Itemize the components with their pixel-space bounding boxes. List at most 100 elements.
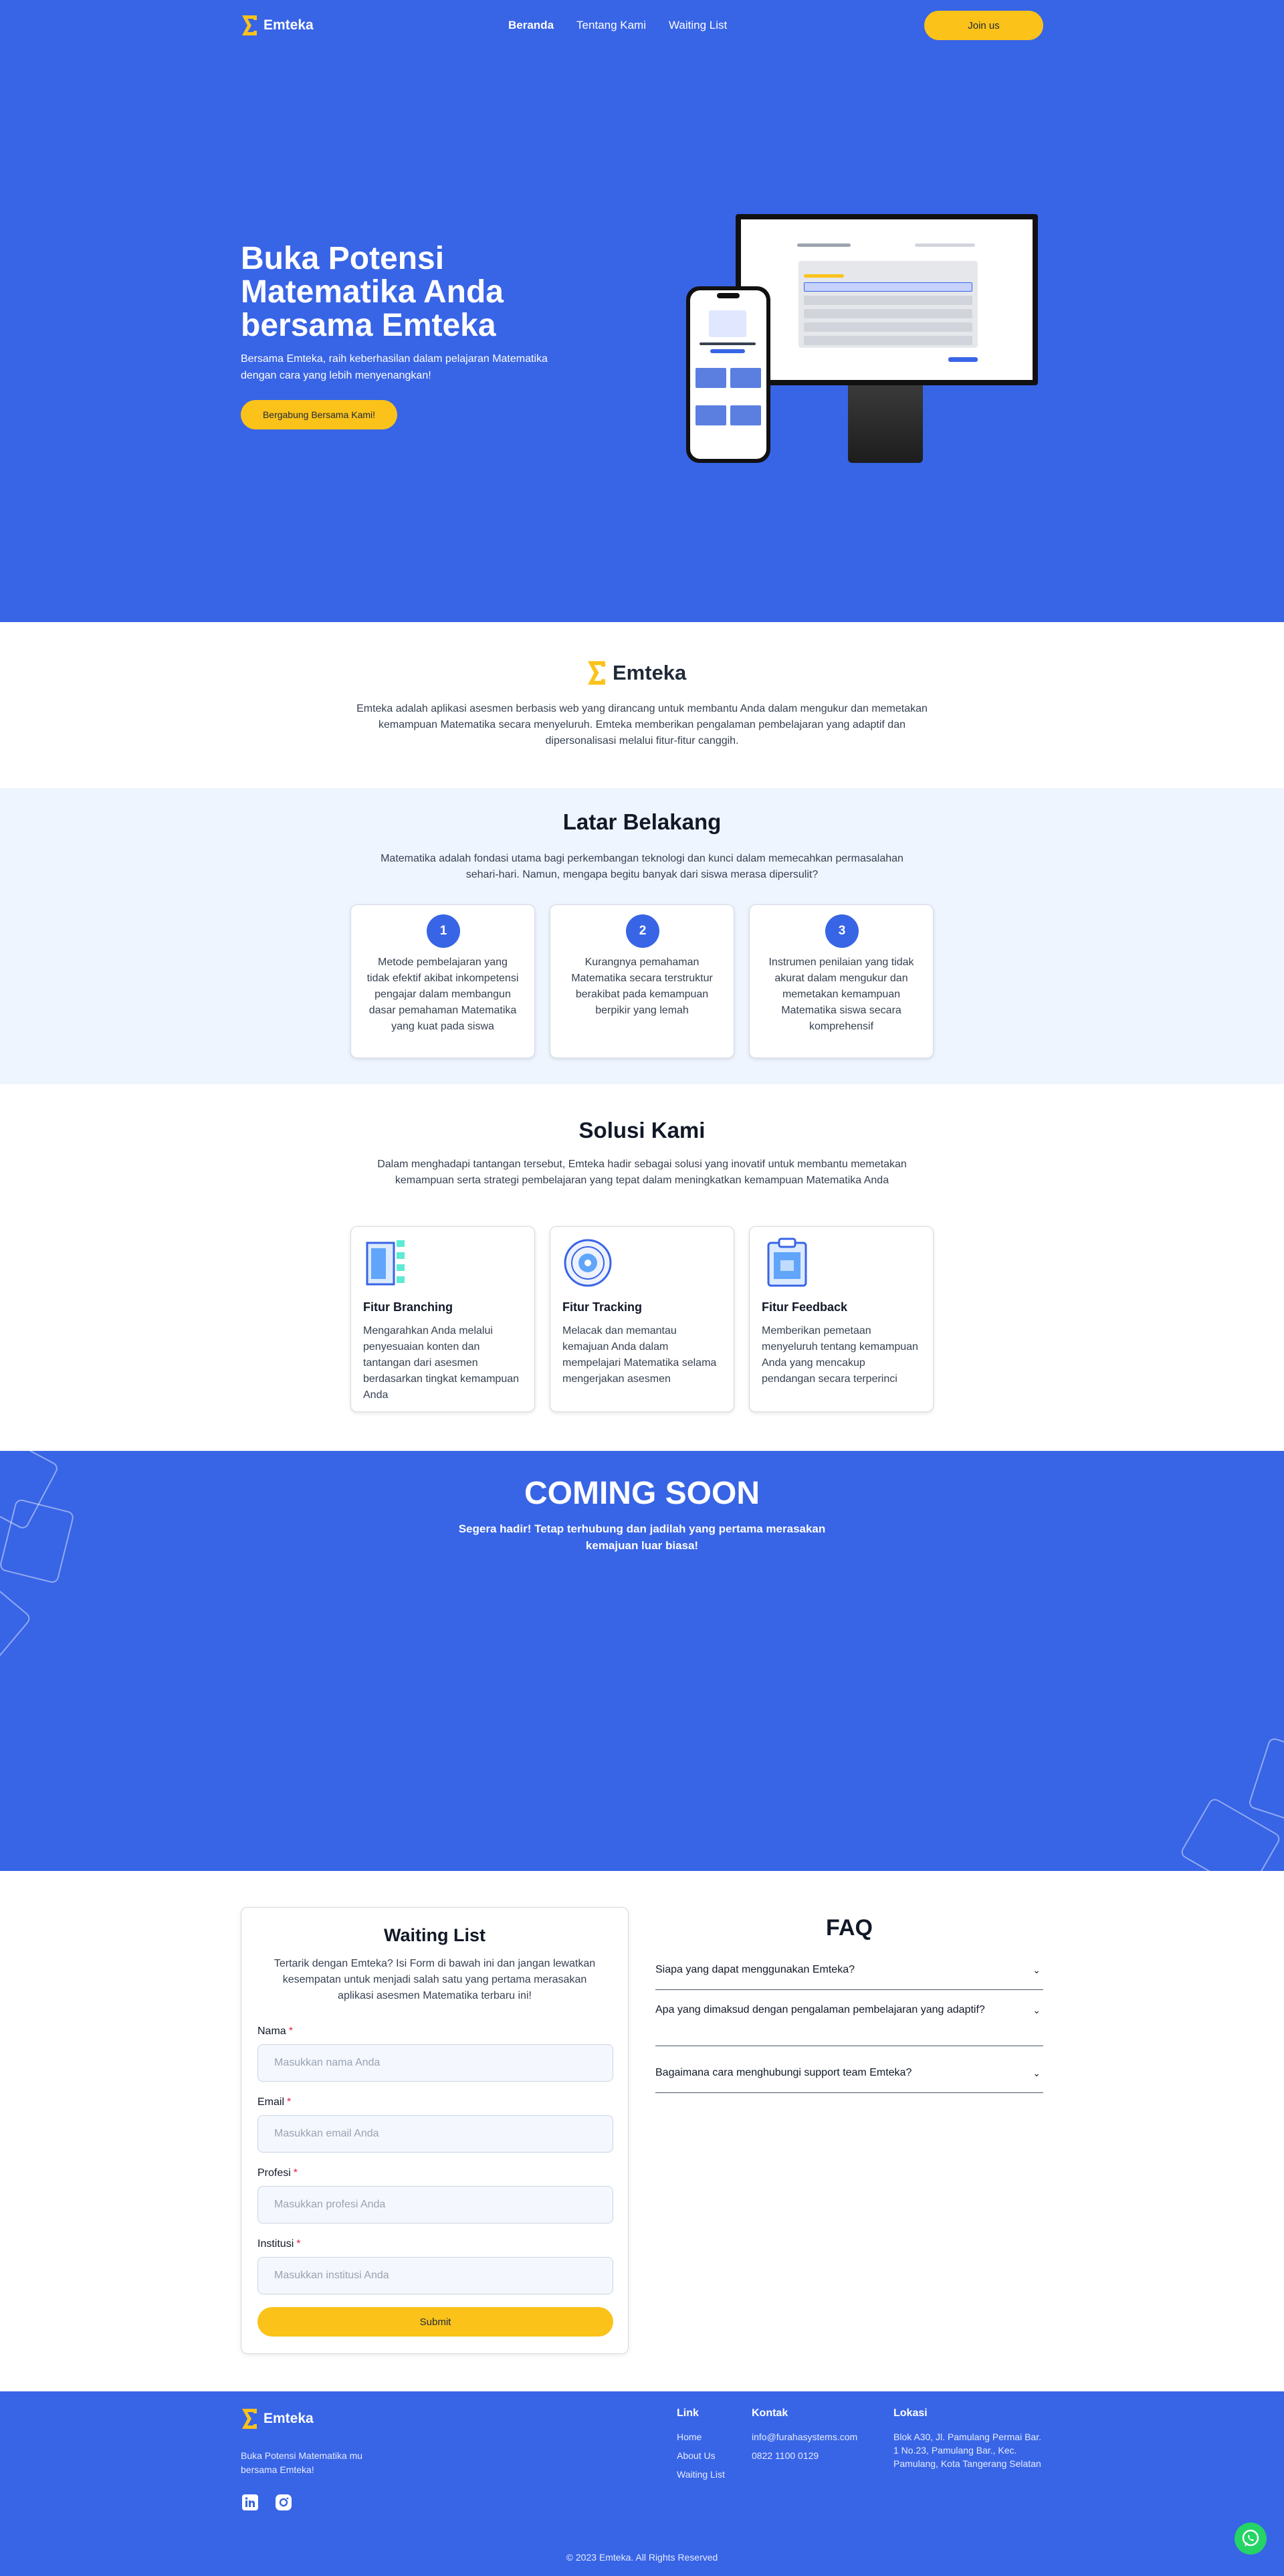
footer-logo[interactable]: Emteka <box>241 2407 314 2430</box>
join-cta-button[interactable]: Bergabung Bersama Kami! <box>241 400 397 429</box>
linkedin-icon[interactable] <box>241 2493 259 2512</box>
institution-field[interactable] <box>257 2257 613 2294</box>
problem-text: Instrumen penilaian yang tidak akurat da… <box>768 957 914 1032</box>
footer-link-waiting-list[interactable]: Waiting List <box>677 2469 725 2480</box>
feature-card-branching: Fitur Branching Mengarahkan Anda melalui… <box>350 1226 535 1412</box>
name-field[interactable] <box>257 2044 613 2082</box>
profession-field[interactable] <box>257 2186 613 2223</box>
screen-next-button <box>948 357 978 362</box>
emteka-logo-icon <box>588 661 605 685</box>
feature-description: Memberikan pemetaan menyeluruh tentang k… <box>762 1325 918 1385</box>
faq-question: Apa yang dimaksud dengan pengalaman pemb… <box>655 2004 985 2015</box>
about-section: Emteka Emteka adalah aplikasi asesmen be… <box>0 622 1284 788</box>
background-title: Latar Belakang <box>562 809 722 834</box>
decorative-shape <box>1247 1737 1284 1827</box>
screen-option <box>804 322 972 332</box>
faq-title: FAQ <box>826 1915 873 1941</box>
about-brand-name: Emteka <box>613 661 687 684</box>
coming-soon-section: COMING SOON Segera hadir! Tetap terhubun… <box>0 1451 1284 1871</box>
solution-subtitle: Dalam menghadapi tantangan tersebut, Emt… <box>377 1159 907 1186</box>
submit-button[interactable]: Submit <box>257 2307 613 2337</box>
feedback-icon <box>767 1237 807 1287</box>
footer-link-about[interactable]: About Us <box>677 2450 716 2461</box>
hero-section: Emteka Beranda Tentang Kami Waiting List… <box>0 0 1284 622</box>
problem-number: 2 <box>626 914 659 948</box>
profession-label-text: Profesi <box>257 2167 291 2179</box>
monitor-screen <box>741 219 1033 380</box>
hero-title: Buka Potensi Matematika Anda bersama Emt… <box>241 241 504 343</box>
join-us-button[interactable]: Join us <box>924 11 1043 40</box>
footer-link-home[interactable]: Home <box>677 2432 702 2442</box>
solution-section: Solusi Kami Dalam menghadapi tantangan t… <box>0 1084 1284 1451</box>
about-description: Emteka adalah aplikasi asesmen berbasis … <box>356 703 928 747</box>
problem-text: Kurangnya pemahaman Matematika secara te… <box>571 957 713 1016</box>
monitor-stand <box>848 385 923 463</box>
problem-card-1: 1 Metode pembelajaran yang tidak efektif… <box>350 904 535 1058</box>
screen-tag <box>804 274 844 278</box>
email-label-text: Email <box>257 2096 285 2108</box>
nav-link-waiting-list[interactable]: Waiting List <box>669 19 727 32</box>
chevron-down-icon: ⌄ <box>1033 2005 1041 2015</box>
whatsapp-icon[interactable] <box>1235 2522 1267 2555</box>
institution-label: Institusi * <box>257 2238 300 2250</box>
monitor-mockup <box>736 214 1038 385</box>
faq-question: Siapa yang dapat menggunakan Emteka? <box>655 1964 855 1975</box>
screen-title-bar <box>797 243 851 247</box>
faq-item[interactable]: Apa yang dimaksud dengan pengalaman pemb… <box>655 2002 1043 2046</box>
phone-illustration <box>709 310 746 337</box>
feature-description: Mengarahkan Anda melalui penyesuaian kon… <box>363 1325 520 1401</box>
nav-link-tentang-kami[interactable]: Tentang Kami <box>576 19 646 32</box>
problem-card-2: 2 Kurangnya pemahaman Matematika secara … <box>550 904 734 1058</box>
background-subtitle: Matematika adalah fondasi utama bagi per… <box>381 853 903 880</box>
screen-option <box>804 296 972 305</box>
instagram-glyph <box>276 2494 292 2510</box>
chevron-down-icon: ⌄ <box>1033 2068 1041 2078</box>
required-mark: * <box>288 2025 293 2037</box>
feature-card-tracking: Fitur Tracking Melacak dan memantau kema… <box>550 1226 734 1412</box>
navbar: Emteka Beranda Tentang Kami Waiting List… <box>241 11 1043 40</box>
phone-screen <box>690 290 766 459</box>
about-logo: Emteka <box>586 660 686 686</box>
emteka-logo-icon <box>242 2409 257 2429</box>
footer-tagline: Buka Potensi Matematika mu bersama Emtek… <box>241 2450 363 2475</box>
faq-item[interactable]: Bagaimana cara menghubungi support team … <box>655 2065 1043 2093</box>
faq-item[interactable]: Siapa yang dapat menggunakan Emteka? ⌄ <box>655 1962 1043 1990</box>
nav-links: Beranda Tentang Kami Waiting List <box>508 19 727 32</box>
phone-card <box>696 405 726 425</box>
footer-email[interactable]: info@furahasystems.com <box>752 2432 857 2442</box>
feature-title: Fitur Feedback <box>762 1300 848 1314</box>
feature-title: Fitur Branching <box>363 1300 453 1314</box>
waiting-list-subtitle: Tertarik dengan Emteka? Isi Form di bawa… <box>274 1958 596 2001</box>
nav-link-beranda[interactable]: Beranda <box>508 19 554 32</box>
waiting-list-form: Waiting List Tertarik dengan Emteka? Isi… <box>241 1907 629 2354</box>
footer: Emteka Buka Potensi Matematika mu bersam… <box>0 2391 1284 2576</box>
instagram-icon[interactable] <box>274 2493 293 2512</box>
phone-button <box>710 349 745 353</box>
required-mark: * <box>293 2167 298 2179</box>
screen-option <box>804 336 972 345</box>
name-label: Nama * <box>257 2025 293 2038</box>
brand-logo[interactable]: Emteka <box>241 14 314 37</box>
problem-number: 3 <box>825 914 859 948</box>
decorative-shape <box>0 1579 33 1664</box>
tracking-icon <box>564 1239 612 1287</box>
phone-card <box>696 368 726 388</box>
feature-description: Melacak dan memantau kemajuan Anda dalam… <box>562 1325 717 1385</box>
phone-notch <box>717 293 740 298</box>
brand-name: Emteka <box>263 17 314 33</box>
screen-progress-bar <box>915 243 975 247</box>
chevron-down-icon: ⌄ <box>1033 1965 1041 1975</box>
whatsapp-glyph <box>1242 2529 1259 2547</box>
footer-phone[interactable]: 0822 1100 0129 <box>752 2450 819 2461</box>
solution-title: Solusi Kami <box>578 1118 706 1143</box>
background-section: Latar Belakang Matematika adalah fondasi… <box>0 788 1284 1084</box>
profession-label: Profesi * <box>257 2167 298 2179</box>
screen-option <box>804 282 972 292</box>
waitlist-faq-section: Waiting List Tertarik dengan Emteka? Isi… <box>0 1871 1284 2391</box>
required-mark: * <box>296 2238 301 2250</box>
phone-card <box>730 405 761 425</box>
phone-mockup <box>686 286 770 463</box>
email-field[interactable] <box>257 2115 613 2153</box>
footer-address: Blok A30, Jl. Pamulang Permai Bar. 1 No.… <box>893 2432 1041 2469</box>
coming-soon-subtitle: Segera hadir! Tetap terhubung dan jadila… <box>458 1522 826 1552</box>
